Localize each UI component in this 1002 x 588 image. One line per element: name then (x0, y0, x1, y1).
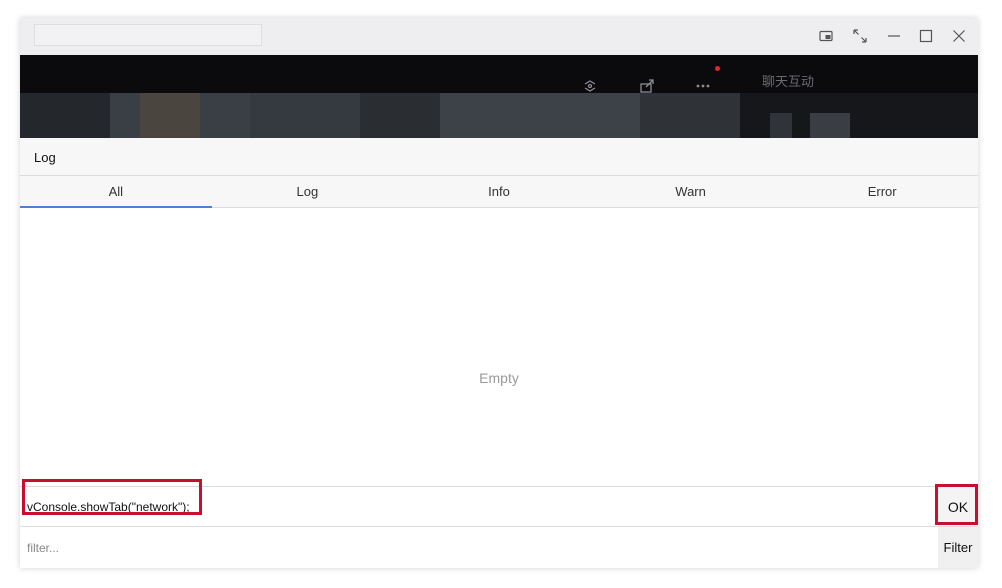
tab-warn[interactable]: Warn (595, 176, 787, 207)
app-window: 聊天互动 Log All Log Info Warn Error Empty O… (20, 18, 978, 568)
close-icon[interactable] (947, 24, 971, 48)
maximize-icon[interactable] (914, 24, 938, 48)
empty-state-text: Empty (479, 370, 519, 386)
share-icon[interactable] (637, 76, 657, 96)
tab-log[interactable]: Log (212, 176, 404, 207)
filter-button[interactable]: Filter (938, 527, 978, 568)
filter-row: Filter (20, 527, 978, 568)
command-row: OK (20, 486, 978, 527)
filter-input[interactable] (20, 527, 938, 568)
tab-info[interactable]: Info (403, 176, 595, 207)
chat-interaction-label[interactable]: 聊天互动 (762, 71, 814, 90)
tab-all[interactable]: All (20, 176, 212, 208)
expand-icon[interactable] (848, 24, 872, 48)
minimize-icon[interactable] (882, 24, 906, 48)
video-preview: 聊天互动 (20, 55, 978, 138)
title-bar (20, 18, 978, 55)
more-icon[interactable] (693, 76, 713, 96)
screen-share-icon[interactable] (580, 76, 600, 96)
pip-icon[interactable] (814, 24, 838, 48)
log-filter-tabs: All Log Info Warn Error (20, 176, 978, 208)
ok-button[interactable]: OK (938, 487, 978, 526)
notification-dot (715, 66, 720, 71)
title-address-field[interactable] (34, 24, 262, 46)
tab-error[interactable]: Error (786, 176, 978, 207)
log-output: Empty (20, 208, 978, 486)
vconsole-header: Log (20, 138, 978, 176)
vconsole-panel-title[interactable]: Log (34, 150, 56, 165)
command-input[interactable] (20, 487, 936, 526)
